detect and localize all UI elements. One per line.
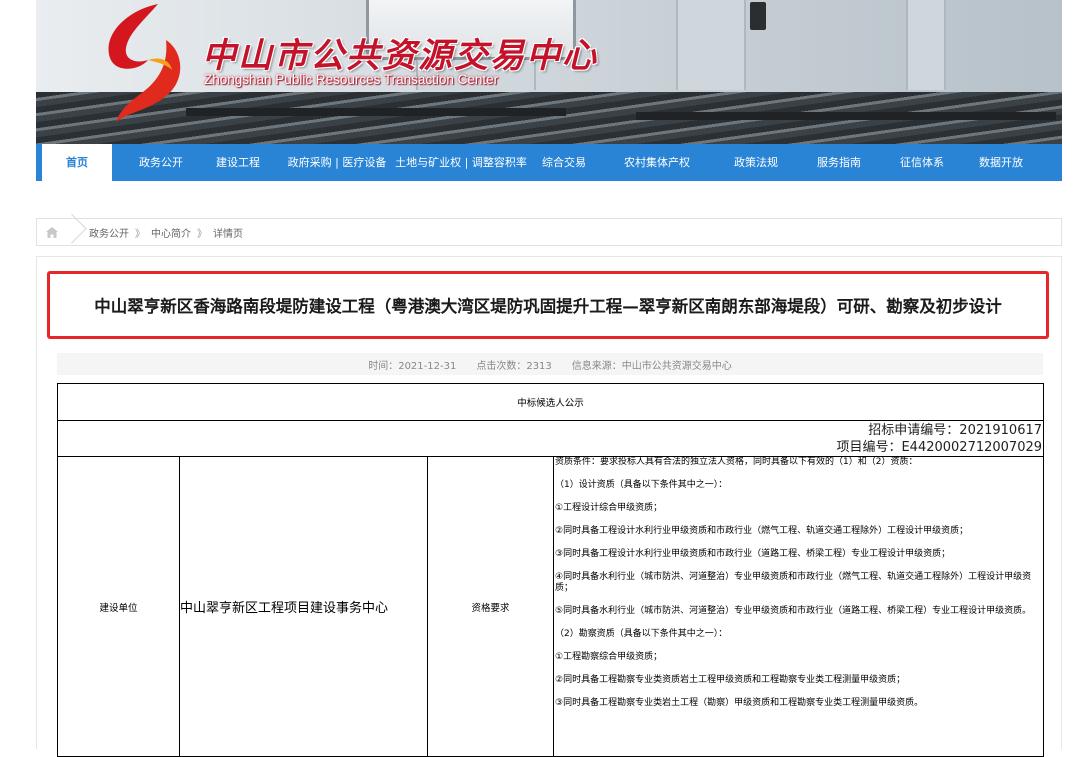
breadcrumb-separator: 》 [135, 228, 145, 240]
nav-item-construction[interactable]: 建设工程 [196, 144, 280, 181]
nav-item-credit[interactable]: 征信体系 [880, 144, 964, 181]
article-container: 中山翠亨新区香海路南段堤防建设工程（粤港澳大湾区堤防巩固提升工程—翠亨新区南朗东… [36, 256, 1062, 757]
banner-desk [636, 112, 1056, 120]
requirement-line: ③同时具备工程勘察专业类岩土工程（勘察）甲级资质和工程勘察专业类工程测量甲级资质… [555, 698, 924, 708]
nav-item-home[interactable]: 首页 [42, 144, 112, 181]
page-title: 中山翠亨新区香海路南段堤防建设工程（粤港澳大湾区堤防巩固提升工程—翠亨新区南朗东… [94, 297, 1002, 316]
banner-desk [186, 108, 566, 116]
nav-item-open-data[interactable]: 数据开放 [964, 144, 1038, 181]
publish-time: 时间：2021-12-31 [368, 360, 457, 372]
title-highlight-box: 中山翠亨新区香海路南段堤防建设工程（粤港澳大湾区堤防巩固提升工程—翠亨新区南朗东… [47, 271, 1049, 339]
requirement-line: ②同时具备工程勘察专业类资质岩土工程甲级资质和工程勘察专业类工程测量甲级资质； [555, 675, 906, 685]
nav-item-policy[interactable]: 政策法规 [714, 144, 798, 181]
requirement-line: （1）设计资质（具备以下条件其中之一）： [555, 480, 728, 490]
requirement-line: 资质条件：要求投标人具有合法的独立法人资格，同时具备以下有效的（1）和（2）资质… [555, 457, 918, 467]
table-caption: 中标候选人公示 [56, 383, 1045, 421]
requirement-line: ①工程勘察综合甲级资质； [555, 652, 663, 662]
breadcrumb-item-current: 详情页 [213, 228, 243, 240]
requirement-line: ②同时具备工程设计水利行业甲级资质和市政行业（燃气工程、轨道交通工程除外）工程设… [555, 526, 969, 536]
logo-icon[interactable] [88, 0, 198, 125]
breadcrumb-item[interactable]: 政务公开 [89, 225, 129, 240]
banner-panel [676, 0, 746, 90]
nav-item-guide[interactable]: 服务指南 [798, 144, 880, 181]
nav-item-rural[interactable]: 农村集体产权 [600, 144, 714, 181]
requirement-label: 资格要求 [427, 456, 554, 757]
breadcrumb-separator: 》 [197, 228, 207, 240]
tender-number: 招标申请编号：2021910617 [868, 422, 1043, 438]
candidate-table: 中标候选人公示 招标申请编号：2021910617 项目编号：E44200027… [56, 383, 1045, 757]
owner-label: 建设单位 [57, 456, 180, 757]
requirement-content: 资质条件：要求投标人具有合法的独立法人资格，同时具备以下有效的（1）和（2）资质… [552, 456, 1045, 757]
requirement-line: （2）勘察资质（具备以下条件其中之一）： [555, 629, 728, 639]
site-subtitle: Zhongshan Public Resources Transaction C… [204, 72, 499, 87]
table-codes: 招标申请编号：2021910617 项目编号：E4420002712007029 [56, 420, 1045, 457]
nav-item-land[interactable]: 土地与矿业权 | 调整容积率 [394, 144, 528, 181]
requirement-line: ③同时具备工程设计水利行业甲级资质和市政行业（道路工程、桥梁工程）专业工程设计甲… [555, 549, 951, 559]
view-count: 点击次数：2313 [476, 360, 552, 372]
owner-value: 中山翠亨新区工程项目建设事务中心 [179, 456, 428, 757]
requirement-line: ⑤同时具备水利行业（城市防洪、河道整治）专业甲级资质和市政行业（道路工程、桥梁工… [555, 606, 1032, 616]
breadcrumb-divider [67, 218, 81, 246]
requirement-line: ④同时具备水利行业（城市防洪、河道整治）专业甲级资质和市政行业（燃气工程、轨道交… [555, 572, 1032, 593]
header-banner: 中山市公共资源交易中心 Zhongshan Public Resources T… [36, 0, 1062, 144]
site-title[interactable]: 中山市公共资源交易中心 [202, 28, 598, 77]
banner-panel [906, 0, 946, 90]
requirement-line: ①工程设计综合甲级资质； [555, 503, 663, 513]
main-nav: 首页 政务公开 建设工程 政府采购 | 医疗设备 土地与矿业权 | 调整容积率 … [36, 144, 1062, 181]
project-number: 项目编号：E4420002712007029 [836, 439, 1043, 455]
breadcrumb-item[interactable]: 中心简介 [151, 225, 191, 240]
article-meta: 时间：2021-12-31 点击次数：2313 信息来源：中山市公共资源交易中心 [57, 353, 1043, 375]
nav-item-trade[interactable]: 综合交易 [528, 144, 600, 181]
banner-speaker [750, 2, 766, 30]
breadcrumb: 政务公开 》 中心简介 》 详情页 [36, 218, 1062, 246]
info-source: 信息来源：中山市公共资源交易中心 [571, 360, 732, 372]
nav-item-affairs[interactable]: 政务公开 [126, 144, 196, 181]
nav-item-procurement[interactable]: 政府采购 | 医疗设备 [280, 144, 394, 181]
